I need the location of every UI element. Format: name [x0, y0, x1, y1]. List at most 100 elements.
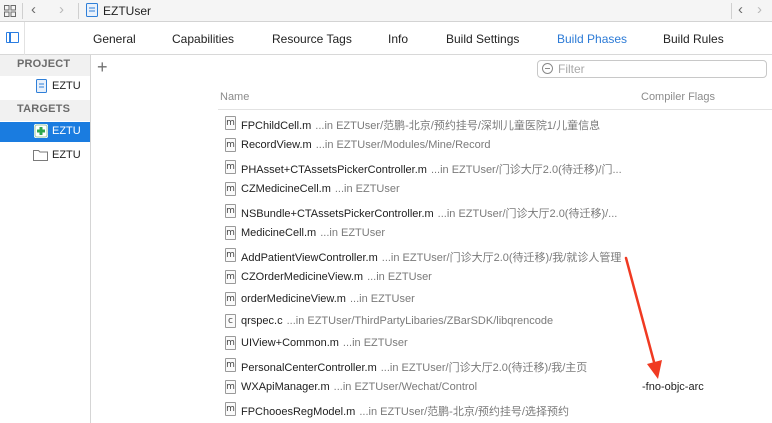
file-name: CZOrderMedicineView.m ...in EZTUser	[241, 271, 432, 283]
filter-field[interactable]	[537, 60, 767, 78]
file-name: orderMedicineView.m ...in EZTUser	[241, 293, 415, 305]
jump-bar: ‹ › EZTUser ‹ ›	[0, 0, 772, 22]
sidebar-toggle-icon[interactable]	[6, 32, 19, 43]
table-row[interactable]: m MedicineCell.m ...in EZTUser	[218, 223, 772, 245]
file-name: FPChooesRegModel.m ...in EZTUser/范鹏-北京/预约…	[241, 403, 569, 419]
build-phase-toolbar: +	[91, 55, 772, 83]
file-name: qrspec.c ...in EZTUser/ThirdPartyLibaries…	[241, 315, 553, 327]
divider	[731, 3, 732, 19]
target-item-app[interactable]: EZTU	[0, 122, 90, 142]
file-name-text: FPChildCell.m	[241, 120, 312, 132]
column-header-compiler-flags[interactable]: Compiler Flags	[641, 91, 715, 103]
objc-file-icon: m	[225, 226, 236, 240]
file-name-text: UIView+Common.m	[241, 337, 339, 349]
breadcrumb-project[interactable]: EZTUser	[103, 4, 151, 18]
file-name: AddPatientViewController.m ...in EZTUser/…	[241, 249, 621, 265]
file-path: ...in EZTUser	[334, 183, 400, 195]
objc-file-icon: m	[225, 292, 236, 306]
file-name: PersonalCenterController.m ...in EZTUser/…	[241, 359, 587, 375]
file-path: ...in EZTUser	[342, 337, 408, 349]
file-path: ...in EZTUser/Modules/Mine/Record	[315, 139, 491, 151]
column-header-name[interactable]: Name	[220, 91, 249, 103]
table-row[interactable]: m orderMedicineView.m ...in EZTUser	[218, 289, 772, 311]
table-row[interactable]: m CZOrderMedicineView.m ...in EZTUser	[218, 267, 772, 289]
tab-general[interactable]: General	[93, 32, 136, 46]
file-name-text: NSBundle+CTAssetsPickerController.m	[241, 208, 434, 220]
c-file-icon: c	[225, 314, 236, 328]
file-path: ...in EZTUser	[367, 271, 432, 283]
add-button[interactable]: +	[97, 57, 108, 77]
project-file-icon	[36, 79, 47, 93]
table-row[interactable]: m AddPatientViewController.m ...in EZTUse…	[218, 245, 772, 267]
project-section-header: PROJECT	[17, 58, 71, 70]
divider	[78, 3, 79, 19]
table-row[interactable]: m NSBundle+CTAssetsPickerController.m...…	[218, 201, 772, 223]
table-row[interactable]: m UIView+Common.m ...in EZTUser	[218, 333, 772, 355]
file-name-text: MedicineCell.m	[241, 227, 317, 239]
tab-capabilities[interactable]: Capabilities	[172, 32, 234, 46]
compiler-flags-value[interactable]: -fno-objc-arc	[642, 381, 704, 393]
objc-file-icon: m	[225, 204, 236, 218]
back-button[interactable]: ‹	[31, 1, 36, 18]
file-path: ...in EZTUser/范鹏-北京/预约挂号/选择预约	[359, 406, 569, 418]
previous-issue-button[interactable]: ‹	[738, 1, 743, 18]
target-item-label: EZTU	[52, 149, 81, 161]
target-item-label: EZTU	[52, 125, 81, 137]
objc-file-icon: m	[225, 182, 236, 196]
project-item[interactable]: EZTU	[0, 77, 90, 97]
filter-input[interactable]	[558, 62, 758, 76]
project-item-label: EZTU	[52, 80, 81, 92]
tab-build-settings[interactable]: Build Settings	[446, 32, 519, 46]
file-name-text: PersonalCenterController.m	[241, 362, 377, 374]
app-target-icon	[34, 124, 48, 138]
file-name-text: qrspec.c	[241, 315, 283, 327]
objc-file-icon: m	[225, 248, 236, 262]
project-navigator: PROJECT EZTU TARGETS EZTU EZTU	[0, 55, 91, 423]
file-name-text: CZMedicineCell.m	[241, 183, 331, 195]
next-issue-button[interactable]: ›	[757, 1, 762, 18]
table-row[interactable]: m RecordView.m ...in EZTUser/Modules/Mine…	[218, 135, 772, 157]
folder-icon	[33, 150, 48, 161]
filter-icon	[542, 63, 553, 74]
objc-file-icon: m	[225, 358, 236, 372]
file-name-text: AddPatientViewController.m	[241, 252, 378, 264]
table-row[interactable]: m WXApiManager.m ...in EZTUser/Wechat/Con…	[218, 377, 772, 399]
file-name: WXApiManager.m ...in EZTUser/Wechat/Contr…	[241, 381, 477, 393]
file-path: ...in EZTUser/门诊大厅2.0(待迁移)/我/主页	[380, 362, 588, 374]
file-name-text: FPChooesRegModel.m	[241, 406, 356, 418]
forward-button[interactable]: ›	[59, 1, 64, 18]
file-path: ...in EZTUser/ThirdPartyLibaries/ZBarSDK…	[286, 315, 554, 327]
table-row[interactable]: m CZMedicineCell.m ...in EZTUser	[218, 179, 772, 201]
file-name: NSBundle+CTAssetsPickerController.m ...in…	[241, 205, 617, 221]
file-name: PHAsset+CTAssetsPickerController.m ...in …	[241, 161, 622, 177]
objc-file-icon: m	[225, 116, 236, 130]
objc-file-icon: m	[225, 160, 236, 174]
header-divider	[218, 109, 772, 110]
objc-file-icon: m	[225, 336, 236, 350]
objc-file-icon: m	[225, 138, 236, 152]
tab-build-phases[interactable]: Build Phases	[557, 32, 627, 46]
tab-build-rules[interactable]: Build Rules	[663, 32, 724, 46]
file-name: CZMedicineCell.m ...in EZTUser	[241, 183, 400, 195]
tab-resource-tags[interactable]: Resource Tags	[272, 32, 352, 46]
file-path: ...in EZTUser	[320, 227, 385, 239]
table-row[interactable]: c qrspec.c ...in EZTUser/ThirdPartyLibari…	[218, 311, 772, 333]
tab-info[interactable]: Info	[388, 32, 408, 46]
file-path: ...in EZTUser/门诊大厅2.0(待迁移)/我/就诊人管理	[381, 252, 622, 264]
project-file-icon	[86, 3, 98, 17]
table-row[interactable]: m FPChooesRegModel.m ...in EZTUser/范鹏-北京/…	[218, 399, 772, 421]
file-path: ...in EZTUser	[349, 293, 415, 305]
file-path: ...in EZTUser/范鹏-北京/预约挂号/深圳儿童医院1/儿童信息	[315, 120, 601, 132]
file-name: RecordView.m ...in EZTUser/Modules/Mine/R…	[241, 139, 491, 151]
table-row[interactable]: m PersonalCenterController.m ...in EZTUse…	[218, 355, 772, 377]
objc-file-icon: m	[225, 380, 236, 394]
file-name-text: WXApiManager.m	[241, 381, 330, 393]
file-name-text: orderMedicineView.m	[241, 293, 346, 305]
editor-tab-bar: General Capabilities Resource Tags Info …	[0, 22, 772, 55]
grid-icon[interactable]	[4, 5, 16, 17]
file-name-text: PHAsset+CTAssetsPickerController.m	[241, 164, 427, 176]
table-row[interactable]: m PHAsset+CTAssetsPickerController.m ...i…	[218, 157, 772, 179]
file-name-text: RecordView.m	[241, 139, 312, 151]
target-item-folder[interactable]: EZTU	[0, 146, 90, 166]
table-row[interactable]: m FPChildCell.m ...in EZTUser/范鹏-北京/预约挂号/…	[218, 113, 772, 135]
